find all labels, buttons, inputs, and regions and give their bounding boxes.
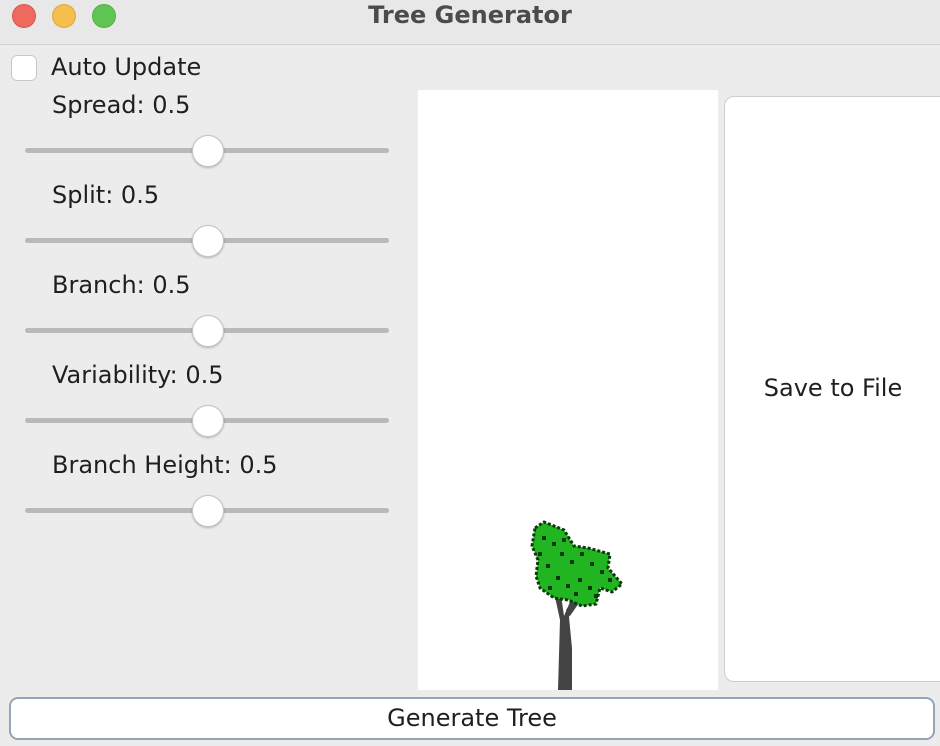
slider-thumb[interactable]: [192, 315, 224, 347]
generate-tree-button[interactable]: Generate Tree: [9, 697, 935, 740]
slider-thumb[interactable]: [192, 495, 224, 527]
save-to-file-label: Save to File: [763, 374, 903, 402]
auto-update-checkbox[interactable]: [11, 55, 37, 81]
branch-height-slider[interactable]: [25, 495, 389, 529]
title-bar: Tree Generator: [0, 0, 940, 45]
slider-thumb[interactable]: [192, 405, 224, 437]
branch-slider[interactable]: [25, 315, 389, 349]
tree-drawing: [530, 520, 625, 690]
save-to-file-button[interactable]: Save to File: [724, 96, 940, 682]
split-label: Split: 0.5: [52, 181, 160, 209]
variability-slider[interactable]: [25, 405, 389, 439]
window-title: Tree Generator: [368, 1, 572, 29]
spread-slider[interactable]: [25, 135, 389, 169]
tree-foliage: [530, 520, 625, 608]
slider-thumb[interactable]: [192, 225, 224, 257]
branch-label: Branch: 0.5: [52, 271, 191, 299]
variability-label: Variability: 0.5: [52, 361, 224, 389]
tree-canvas: [418, 90, 718, 690]
split-slider[interactable]: [25, 225, 389, 259]
slider-thumb[interactable]: [192, 135, 224, 167]
spread-label: Spread: 0.5: [52, 91, 191, 119]
branch-height-label: Branch Height: 0.5: [52, 451, 278, 479]
auto-update-label[interactable]: Auto Update: [51, 53, 201, 81]
